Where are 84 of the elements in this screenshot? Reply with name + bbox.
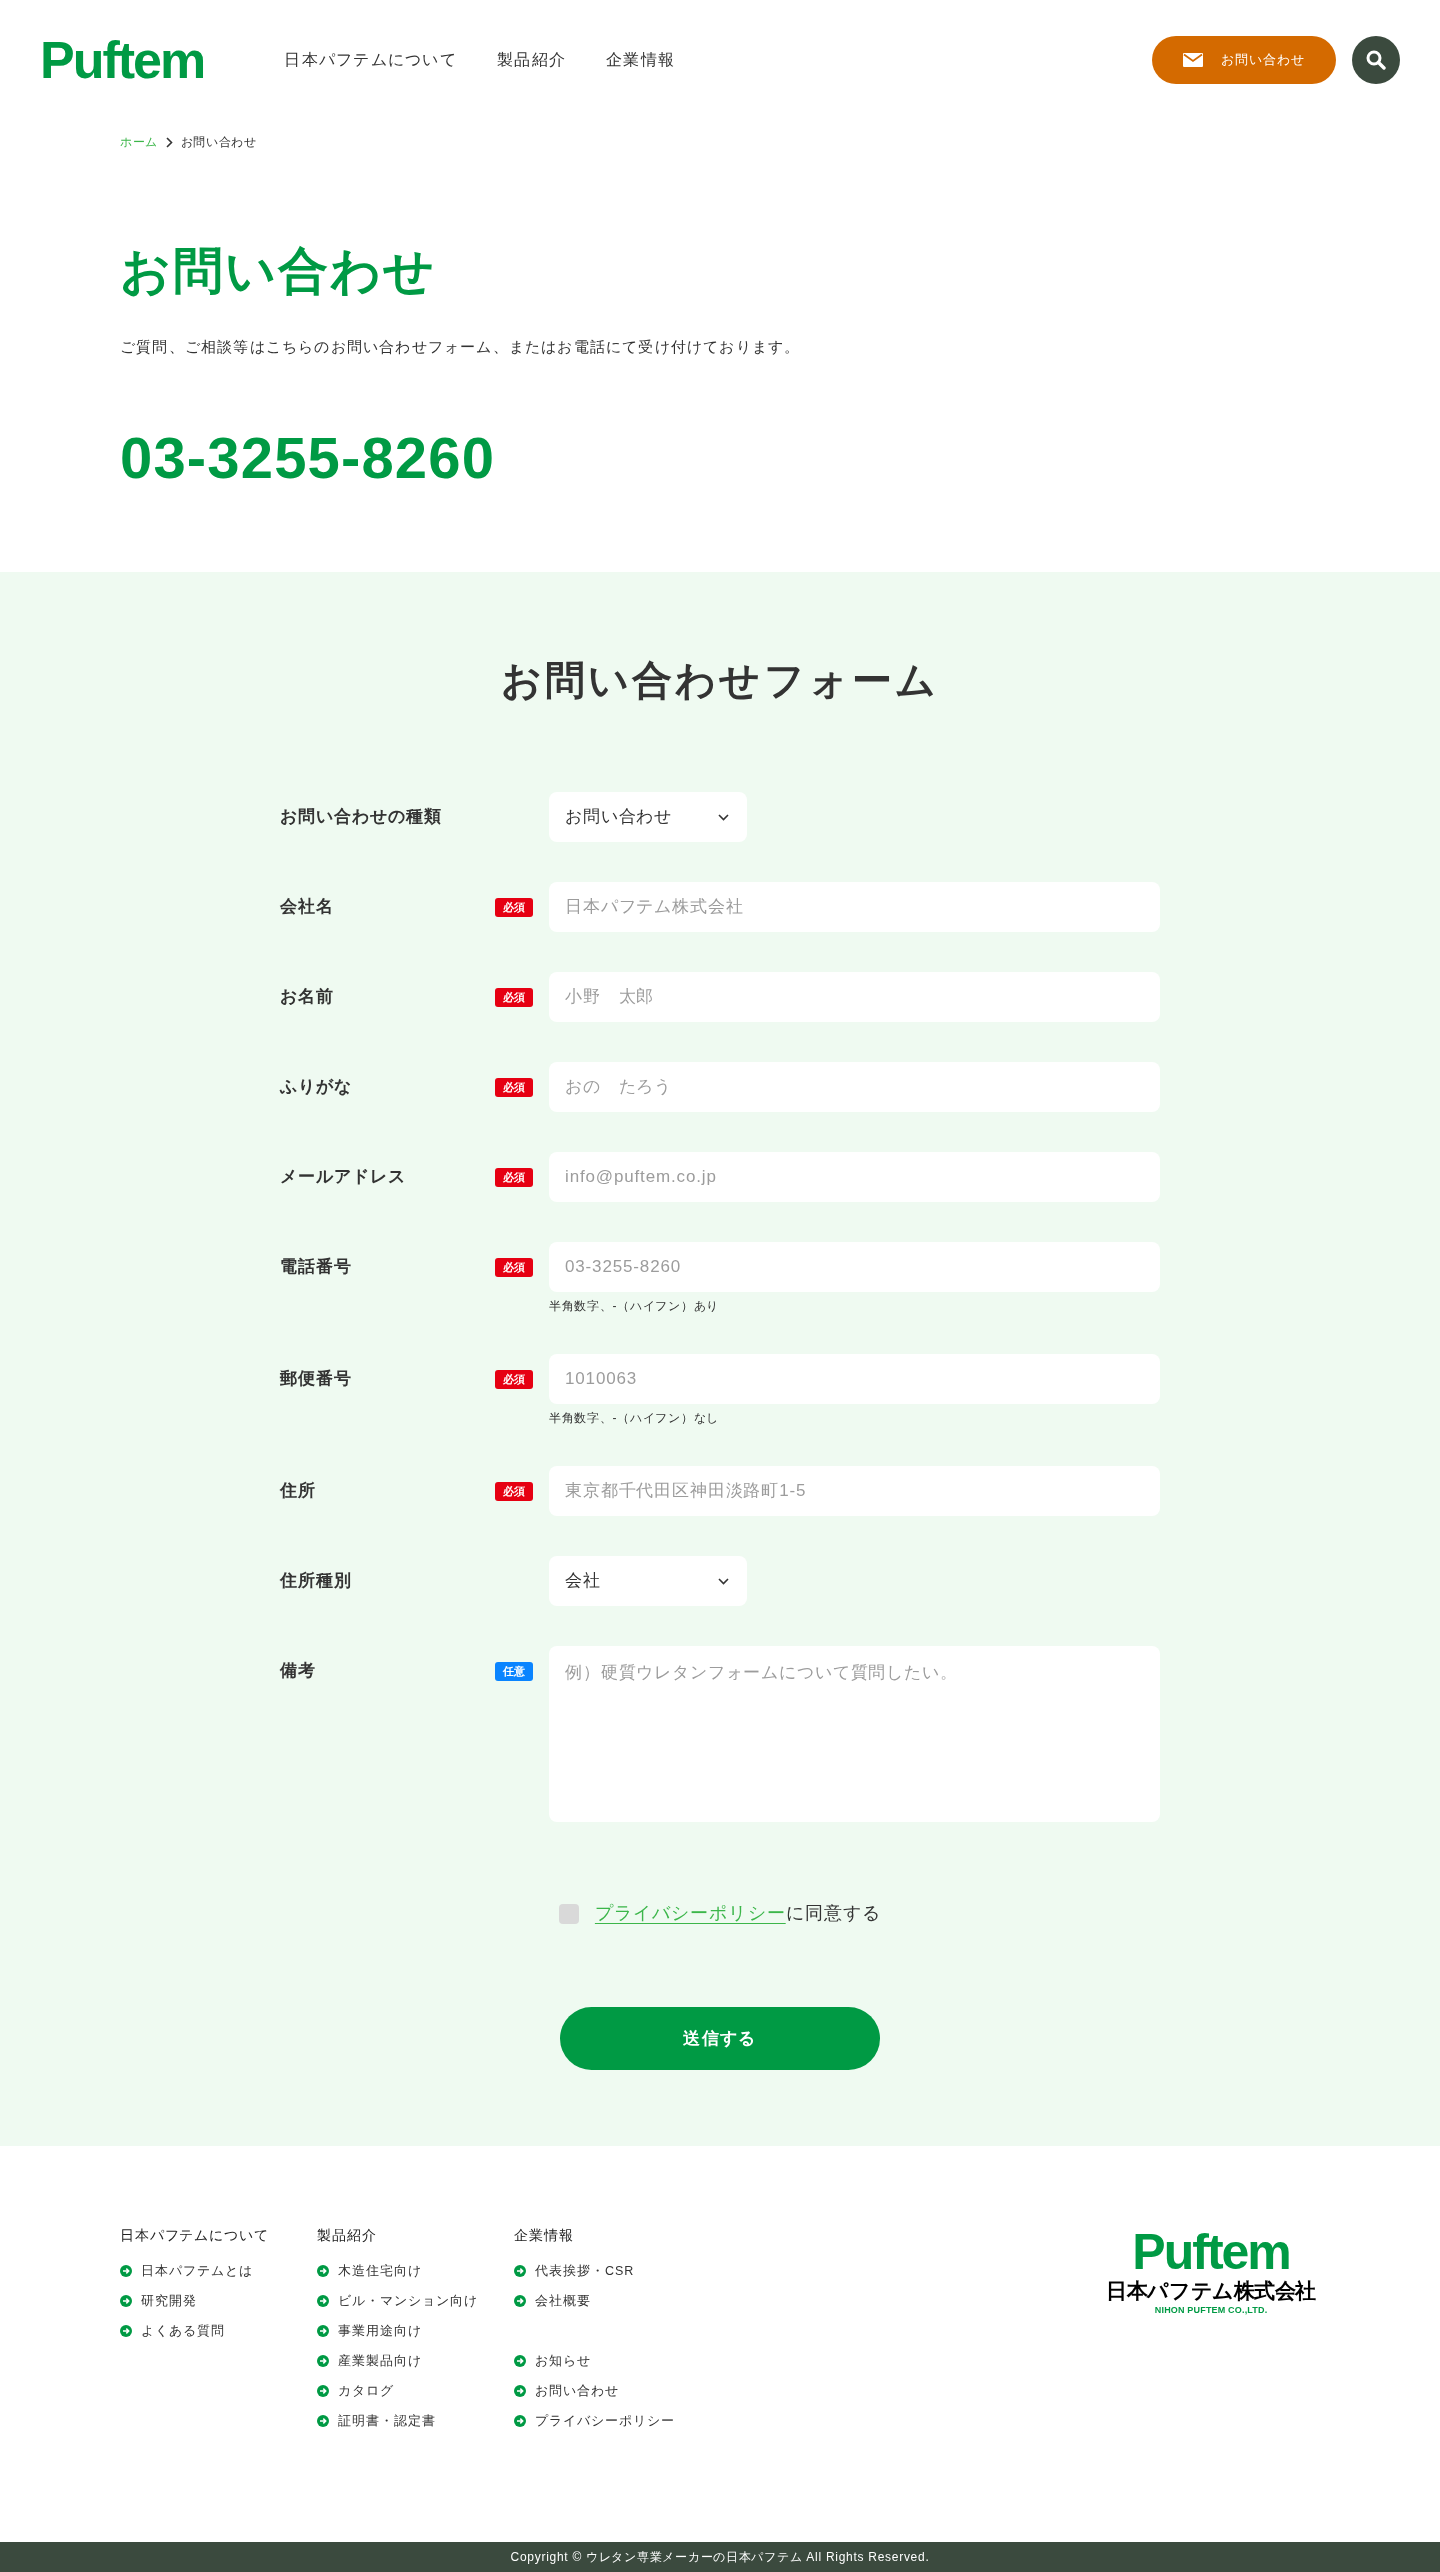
footer-logo-wordmark: Puftem xyxy=(1132,2226,1290,2278)
text-input[interactable]: 03-3255-8260 xyxy=(549,1242,1160,1292)
footer-heading: 製品紹介 xyxy=(317,2226,377,2244)
textarea-field[interactable]: 例）硬質ウレタンフォームについて質問したい。 xyxy=(549,1646,1160,1822)
required-badge: 必須 xyxy=(495,1257,533,1277)
checkbox[interactable] xyxy=(558,1903,579,1924)
field-label: 郵便番号 xyxy=(280,1368,353,1391)
field-label: メールアドレス xyxy=(280,1166,407,1189)
submit-button[interactable]: 送信する xyxy=(560,2007,880,2070)
text-input[interactable]: 東京都千代田区神田淡路町1-5 xyxy=(549,1466,1160,1516)
field-label: 電話番号 xyxy=(280,1256,353,1279)
text-input[interactable]: おの たろう xyxy=(549,1062,1160,1112)
arrow-circle-icon xyxy=(120,2295,132,2307)
field-label: 会社名 xyxy=(280,896,335,919)
footer-heading: 日本パフテムについて xyxy=(120,2226,269,2244)
arrow-circle-icon xyxy=(514,2385,526,2397)
field-label: お問い合わせの種類 xyxy=(280,806,443,829)
arrow-circle-icon xyxy=(514,2295,526,2307)
required-badge: 必須 xyxy=(495,987,533,1007)
search-button[interactable] xyxy=(1352,36,1400,84)
footer-logo-name: 日本パフテム株式会社 xyxy=(1106,2278,1316,2304)
nav-link[interactable]: 企業情報 xyxy=(606,48,676,72)
footer-link[interactable]: 会社概要 xyxy=(514,2286,591,2316)
footer-link[interactable]: 産業製品向け xyxy=(317,2346,422,2376)
footer-link[interactable]: プライバシーポリシー xyxy=(514,2406,675,2436)
consent-text: プライバシーポリシーに同意する xyxy=(594,1902,882,1925)
footer-heading: 企業情報 xyxy=(514,2226,574,2244)
footer-link[interactable]: お問い合わせ xyxy=(514,2376,619,2406)
text-input[interactable]: info@puftem.co.jp xyxy=(549,1152,1160,1202)
footer-link[interactable]: お知らせ xyxy=(514,2346,591,2376)
text-input[interactable]: 1010063 xyxy=(549,1354,1160,1404)
footer-link[interactable]: よくある質問 xyxy=(120,2316,225,2346)
field-label: お名前 xyxy=(280,986,335,1009)
required-badge: 必須 xyxy=(495,1167,533,1187)
current-page-text: お問い合わせ xyxy=(180,134,257,151)
chevron-right-icon xyxy=(165,136,173,148)
field-label: 住所 xyxy=(280,1480,317,1503)
required-badge: 必須 xyxy=(495,1077,533,1097)
arrow-circle-icon xyxy=(514,2265,526,2277)
footer-link[interactable]: ビル・マンション向け xyxy=(317,2286,478,2316)
nav-link[interactable]: 日本パフテムについて xyxy=(284,48,458,72)
page-title: お問い合わせ xyxy=(120,246,436,296)
arrow-circle-icon xyxy=(317,2355,329,2367)
nav-link[interactable]: 製品紹介 xyxy=(497,48,567,72)
chevron-down-icon xyxy=(718,813,729,821)
arrow-circle-icon xyxy=(514,2415,526,2427)
field-label: 住所種別 xyxy=(280,1570,353,1593)
arrow-circle-icon xyxy=(317,2295,329,2307)
phone-number: 03-3255-8260 xyxy=(120,428,496,487)
text-input[interactable]: 小野 太郎 xyxy=(549,972,1160,1022)
copyright-text: Copyright © ウレタン専業メーカーの日本パフテム All Rights Reserved. xyxy=(510,2549,930,2566)
arrow-circle-icon xyxy=(120,2265,132,2277)
arrow-circle-icon xyxy=(317,2265,329,2277)
chevron-down-icon xyxy=(718,1577,729,1585)
field-label: 備考 xyxy=(280,1660,317,1683)
form-title: お問い合わせフォーム xyxy=(500,660,940,700)
text-input[interactable]: 日本パフテム株式会社 xyxy=(549,882,1160,932)
arrow-circle-icon xyxy=(317,2385,329,2397)
arrow-circle-icon xyxy=(514,2355,526,2367)
footer-link[interactable]: 代表挨拶・CSR xyxy=(514,2256,635,2286)
field-label: ふりがな xyxy=(280,1076,353,1099)
footer-link[interactable]: 日本パフテムとは xyxy=(120,2256,253,2286)
envelope-icon xyxy=(1182,53,1203,67)
intro-text: ご質問、ご相談等はこちらのお問い合わせフォーム、またはお電話にて受け付けております。 xyxy=(120,337,801,357)
search-icon xyxy=(1366,50,1386,70)
required-badge: 必須 xyxy=(495,897,533,917)
select-dropdown[interactable]: 会社 xyxy=(549,1556,747,1606)
footer-link[interactable]: 木造住宅向け xyxy=(317,2256,422,2286)
required-badge: 必須 xyxy=(495,1369,533,1389)
puftem-logo[interactable]: Puftem xyxy=(40,34,205,86)
optional-badge: 任意 xyxy=(495,1661,533,1681)
required-badge: 必須 xyxy=(495,1481,533,1501)
arrow-circle-icon xyxy=(317,2325,329,2337)
footer-link[interactable]: 証明書・認定書 xyxy=(317,2406,436,2436)
footer-link[interactable]: 研究開発 xyxy=(120,2286,197,2316)
arrow-circle-icon xyxy=(317,2415,329,2427)
select-dropdown[interactable]: お問い合わせ xyxy=(549,792,747,842)
footer-link[interactable]: 事業用途向け xyxy=(317,2316,422,2346)
contact-button[interactable]: お問い合わせ xyxy=(1152,36,1336,84)
footer-link[interactable]: カタログ xyxy=(317,2376,394,2406)
field-hint: 半角数字、-（ハイフン）なし xyxy=(549,1410,720,1426)
arrow-circle-icon xyxy=(120,2325,132,2337)
footer-logo-english: NIHON PUFTEM CO.,LTD. xyxy=(1154,2304,1268,2316)
field-hint: 半角数字、-（ハイフン）あり xyxy=(549,1298,720,1314)
